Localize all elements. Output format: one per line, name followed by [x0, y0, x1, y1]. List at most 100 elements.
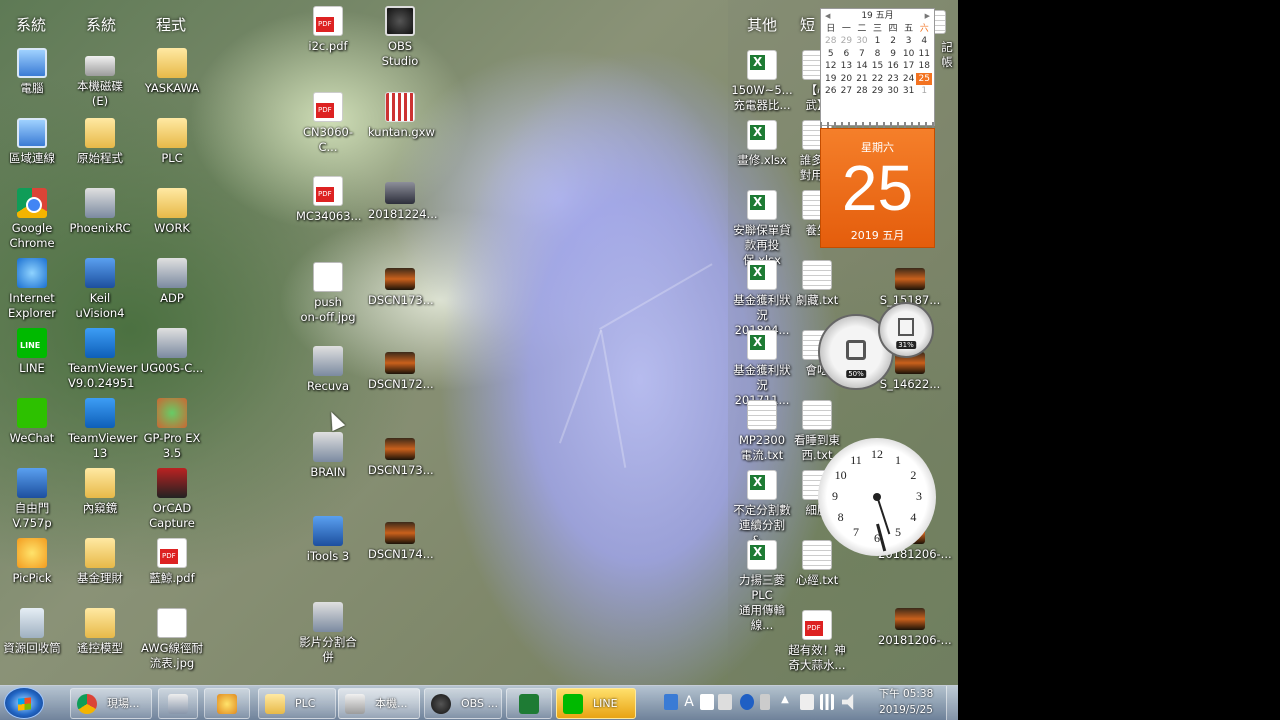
memory-meter-gadget[interactable]: 31% [878, 302, 934, 358]
calendar-day[interactable]: 10 [901, 48, 917, 60]
calendar-day[interactable]: 28 [854, 85, 870, 97]
calendar-day[interactable]: 22 [870, 73, 886, 85]
desktop-icon[interactable]: 自由門 V.757p [0, 468, 64, 531]
taskbar-button[interactable]: LINE [556, 688, 636, 719]
calendar-day[interactable]: 28 [823, 35, 839, 47]
desktop-icon[interactable]: AWG線徑耐 流表.jpg [140, 608, 204, 671]
taskbar-clock[interactable]: 下午 05:38 2019/5/25 [868, 686, 944, 718]
desktop-icon[interactable]: kuntan.gxw [368, 92, 435, 140]
desktop[interactable]: 系統 系統 程式 其他 短 記帳 電腦 區域連線 Google Chrome Inte… [0, 0, 958, 720]
desktop-icon[interactable]: WORK [140, 188, 204, 236]
calendar-day[interactable]: 15 [870, 60, 886, 72]
desktop-icon[interactable]: MC34063... [296, 176, 362, 224]
desktop-icon[interactable]: 原始程式 [68, 118, 132, 166]
help-icon[interactable] [740, 694, 754, 710]
desktop-icon[interactable]: OrCAD Capture [140, 468, 204, 531]
desktop-icon[interactable]: i2c.pdf [296, 6, 360, 54]
calendar-month-view[interactable]: ◀ 19 五月 ▶ 日一二三四五六 28 29 30 1 2 3 4 5 6 7 8 9 10 11 12 13… [820, 8, 935, 126]
desktop-icon[interactable]: Keil uVision4 [68, 258, 132, 321]
desktop-icon[interactable]: ADP [140, 258, 204, 306]
desktop-icon[interactable]: DSCN174... [368, 516, 434, 562]
desktop-icon[interactable]: 電腦 [0, 48, 64, 96]
prev-month-icon[interactable]: ◀ [825, 9, 830, 23]
desktop-icon[interactable]: OBS Studio [368, 6, 432, 69]
calendar-day[interactable]: 11 [916, 48, 932, 60]
desktop-icon[interactable]: 本機磁碟 (E) [68, 48, 132, 109]
desktop-icon[interactable]: Google Chrome [0, 188, 64, 251]
calendar-day[interactable]: 21 [854, 73, 870, 85]
calendar-day[interactable]: 29 [839, 35, 855, 47]
calendar-day[interactable]: 29 [870, 85, 886, 97]
desktop-icon[interactable]: 超有效！神 奇大蒜水... [784, 610, 850, 673]
desktop-icon[interactable]: PLC [140, 118, 204, 166]
calendar-day[interactable]: 14 [854, 60, 870, 72]
calendar-day[interactable]: 26 [823, 85, 839, 97]
calendar-day[interactable]: 12 [823, 60, 839, 72]
desktop-icon[interactable]: YASKAWA [140, 48, 204, 96]
desktop-icon[interactable]: LINE [0, 328, 64, 376]
calendar-day[interactable]: 23 [885, 73, 901, 85]
calendar-day[interactable]: 1 [916, 85, 932, 97]
volume-icon[interactable] [842, 694, 854, 710]
desktop-icon[interactable]: 藍鯨.pdf [140, 538, 204, 586]
calendar-day[interactable]: 30 [854, 35, 870, 47]
calendar-day[interactable]: 6 [839, 48, 855, 60]
taskbar-button[interactable]: OBS ... [424, 688, 502, 719]
desktop-icon[interactable]: 區域連線 [0, 118, 64, 166]
show-desktop-button[interactable] [946, 686, 958, 720]
analog-clock-gadget[interactable]: 12 1 2 3 4 5 6 7 8 9 10 11 [818, 438, 936, 556]
keyboard-icon[interactable] [718, 694, 732, 710]
calendar-day-view[interactable]: 星期六 25 2019 五月 [820, 128, 935, 248]
calendar-day[interactable]: 4 [916, 35, 932, 47]
calendar-day[interactable]: 13 [839, 60, 855, 72]
tray-expand-icon[interactable]: ▲ [778, 694, 792, 710]
desktop-icon[interactable]: 20181206-... [878, 602, 952, 648]
calendar-day[interactable]: 2 [885, 35, 901, 47]
calendar-day[interactable]: 1 [870, 35, 886, 47]
desktop-icon[interactable]: 資源回收筒 [0, 608, 64, 656]
safely-remove-icon[interactable] [800, 694, 814, 710]
desktop-icon[interactable]: 遙控模型 [68, 608, 132, 656]
calendar-day[interactable]: 31 [901, 85, 917, 97]
calendar-day[interactable]: 30 [885, 85, 901, 97]
desktop-icon[interactable]: PhoenixRC [68, 188, 132, 236]
network-signal-icon[interactable] [820, 694, 834, 710]
calendar-day[interactable]: 16 [885, 60, 901, 72]
desktop-icon[interactable]: DSCN173... [368, 262, 434, 308]
desktop-icon[interactable]: TeamViewer V9.0.24951 [68, 328, 138, 391]
calendar-day[interactable]: 17 [901, 60, 917, 72]
calendar-day[interactable]: 9 [885, 48, 901, 60]
calendar-day[interactable]: 19 [823, 73, 839, 85]
calendar-day[interactable]: 8 [870, 48, 886, 60]
desktop-icon[interactable]: 內窺鏡 [68, 468, 132, 516]
taskbar-button[interactable]: 現場... [70, 688, 152, 719]
desktop-icon[interactable]: GP-Pro EX 3.5 [140, 398, 204, 461]
calendar-day[interactable]: 3 [901, 35, 917, 47]
tray-app-icon[interactable] [760, 694, 770, 710]
calendar-day[interactable]: 18 [916, 60, 932, 72]
desktop-icon[interactable]: PicPick [0, 538, 64, 586]
taskbar-button[interactable] [506, 688, 552, 719]
next-month-icon[interactable]: ▶ [925, 9, 930, 23]
calendar-day[interactable]: 5 [823, 48, 839, 60]
taskbar-button[interactable]: PLC [258, 688, 336, 719]
desktop-icon[interactable]: DSCN173... [368, 432, 434, 478]
language-bar-icon[interactable] [664, 694, 678, 710]
calendar-day[interactable]: 20 [839, 73, 855, 85]
desktop-icon[interactable]: 心經.txt [784, 540, 850, 588]
desktop-icon[interactable]: TeamViewer 13 [68, 398, 138, 461]
desktop-icon[interactable]: 劇藏.txt [784, 260, 850, 308]
desktop-icon[interactable]: 基金理財 [68, 538, 132, 586]
desktop-icon[interactable]: Internet Explorer [0, 258, 64, 321]
desktop-icon[interactable]: WeChat [0, 398, 64, 446]
desktop-icon[interactable]: S_15187... [878, 262, 942, 308]
desktop-icon[interactable]: iTools 3 [296, 516, 360, 564]
calendar-day[interactable]: 24 [901, 73, 917, 85]
desktop-icon[interactable]: CN3060-C... [296, 92, 360, 155]
desktop-icon[interactable]: push on-off.jpg [296, 262, 360, 325]
desktop-icon[interactable]: 20181224... [368, 176, 438, 222]
taskbar-button[interactable]: 本機... [338, 688, 420, 719]
desktop-icon[interactable]: UG00S-C... [140, 328, 204, 376]
desktop-icon[interactable]: BRAIN [296, 432, 360, 480]
desktop-icon[interactable]: Recuva [296, 346, 360, 394]
